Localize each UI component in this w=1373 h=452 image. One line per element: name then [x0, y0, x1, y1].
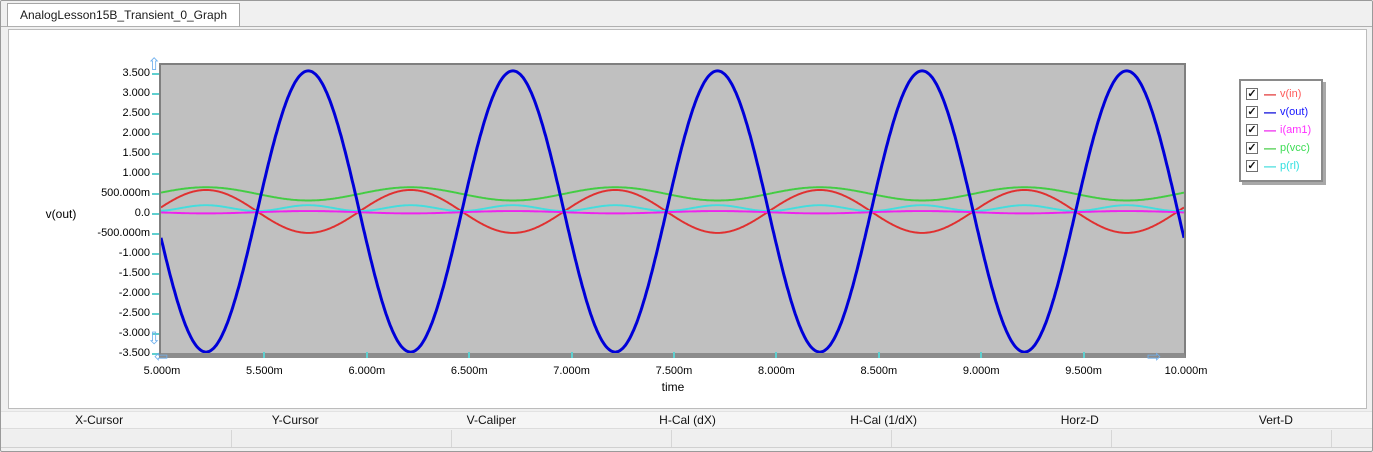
y-tick-mark	[152, 293, 159, 295]
cursor-table-header-row: X-Cursor Y-Cursor V-Caliper H-Cal (dX) H-Cal…	[1, 411, 1372, 429]
y-tick-mark	[152, 113, 159, 115]
legend-item-prl: ✓ — p(rl)	[1246, 157, 1316, 175]
y-tick-label: 500.000m	[101, 187, 150, 199]
legend-color-swatch: —	[1264, 159, 1276, 173]
y-tick-label: -1.500	[118, 267, 150, 279]
legend-checkbox[interactable]: ✓	[1246, 106, 1258, 118]
x-tick-label: 5.500m	[246, 365, 283, 377]
y-tick-label: -2.000	[118, 287, 150, 299]
legend-label: p(vcc)	[1280, 142, 1310, 154]
x-tick-label: 9.500m	[1065, 365, 1102, 377]
legend-label: v(in)	[1280, 88, 1302, 100]
y-tick-mark	[152, 93, 159, 95]
y-tick-label: -3.000	[118, 327, 150, 339]
x-tick-label: 9.000m	[962, 365, 1000, 377]
cursor-value-cell	[891, 430, 1111, 447]
legend-color-swatch: —	[1264, 87, 1276, 101]
legend-checkbox[interactable]: ✓	[1246, 160, 1258, 172]
x-tick-mark	[365, 352, 368, 358]
x-tick-mark	[980, 352, 983, 358]
pan-up-icon[interactable]: ⇧	[147, 56, 161, 73]
legend-item-vin: ✓ — v(in)	[1246, 85, 1316, 103]
pan-down-icon[interactable]: ⇩	[147, 330, 161, 347]
y-tick-label: -3.500	[118, 347, 150, 359]
legend-checkbox[interactable]: ✓	[1246, 88, 1258, 100]
cursor-column-header: Horz-D	[1060, 413, 1099, 427]
cursor-table-value-row	[1, 430, 1372, 448]
y-tick-mark	[152, 153, 159, 155]
legend-color-swatch: —	[1264, 141, 1276, 155]
y-tick-label: -1.000	[118, 247, 150, 259]
x-tick-label: 5.000m	[143, 365, 181, 377]
legend-label: v(out)	[1280, 106, 1309, 118]
cursor-value-cell	[671, 430, 891, 447]
y-tick-mark	[152, 313, 159, 315]
x-tick-mark	[877, 352, 880, 358]
cursor-value-cell	[1111, 430, 1331, 447]
legend-checkbox[interactable]: ✓	[1246, 124, 1258, 136]
cursor-column-header: Vert-D	[1258, 413, 1293, 427]
legend-label: i(am1)	[1280, 124, 1312, 136]
y-tick-mark	[152, 233, 159, 235]
waveform-curves	[161, 69, 1184, 353]
grapher-window: AnalogLesson15B_Transient_0_Graph 3.500 3…	[0, 0, 1373, 452]
cursor-value-cell	[451, 430, 671, 447]
y-tick-label: -500.000m	[97, 227, 150, 239]
x-tick-label: 8.500m	[860, 365, 898, 377]
x-tick-mark	[570, 352, 573, 358]
y-tick-mark	[152, 213, 159, 215]
y-tick-mark	[152, 133, 159, 135]
x-axis-title: time	[661, 380, 685, 394]
pan-right-icon[interactable]: ⇨	[1147, 348, 1161, 365]
cursor-value-cell	[1, 430, 231, 447]
cursor-column-header: H-Cal (dX)	[659, 413, 716, 427]
plot-area[interactable]	[159, 63, 1186, 358]
cursor-column-header: H-Cal (1/dX)	[850, 413, 917, 427]
y-tick-label: 2.000	[122, 127, 150, 139]
tab-strip: AnalogLesson15B_Transient_0_Graph	[1, 1, 1372, 27]
legend-color-swatch: —	[1264, 105, 1276, 119]
x-tick-label: 10.000m	[1164, 365, 1208, 377]
x-tick-label: 6.500m	[450, 365, 488, 377]
y-tick-mark	[152, 193, 159, 195]
pan-left-icon[interactable]: ⇦	[154, 348, 168, 365]
curve-iam1	[161, 210, 1184, 215]
x-tick-mark	[263, 352, 266, 358]
y-tick-label: -2.500	[118, 307, 150, 319]
x-tick-mark	[775, 352, 778, 358]
tab-transient-graph[interactable]: AnalogLesson15B_Transient_0_Graph	[7, 3, 241, 27]
x-tick-mark	[1082, 352, 1085, 358]
y-tick-mark	[152, 253, 159, 255]
legend-checkbox[interactable]: ✓	[1246, 142, 1258, 154]
legend-label: p(rl)	[1280, 160, 1300, 172]
x-tick-label: 7.500m	[655, 365, 693, 377]
x-tick-label: 6.000m	[348, 365, 386, 377]
x-tick-label: 7.000m	[553, 365, 590, 377]
x-tick-label: 8.000m	[758, 365, 795, 377]
y-tick-label: 3.000	[122, 87, 150, 99]
x-tick-mark	[468, 352, 471, 358]
y-axis-title: v(out)	[45, 207, 77, 221]
legend-item-vout: ✓ — v(out)	[1246, 103, 1316, 121]
cursor-value-cell	[1331, 430, 1372, 447]
y-tick-mark	[152, 173, 159, 175]
cursor-value-cell	[231, 430, 451, 447]
legend-box: ✓ — v(in) ✓ — v(out) ✓ — i(am1) ✓ — p(vcc) ✓ — p(rl)	[1239, 79, 1323, 182]
y-tick-label: 1.500	[122, 147, 150, 159]
legend-item-iam1: ✓ — i(am1)	[1246, 121, 1316, 139]
y-tick-label: 3.500	[122, 67, 150, 79]
y-tick-label: 1.000	[122, 167, 150, 179]
cursor-column-header: V-Caliper	[466, 413, 517, 427]
legend-item-pvcc: ✓ — p(vcc)	[1246, 139, 1316, 157]
cursor-column-header: X-Cursor	[75, 413, 124, 427]
legend-color-swatch: —	[1264, 123, 1276, 137]
x-tick-mark	[673, 352, 675, 358]
cursor-column-header: Y-Cursor	[271, 413, 319, 427]
y-tick-mark	[152, 273, 159, 275]
y-tick-label: 2.500	[122, 107, 150, 119]
